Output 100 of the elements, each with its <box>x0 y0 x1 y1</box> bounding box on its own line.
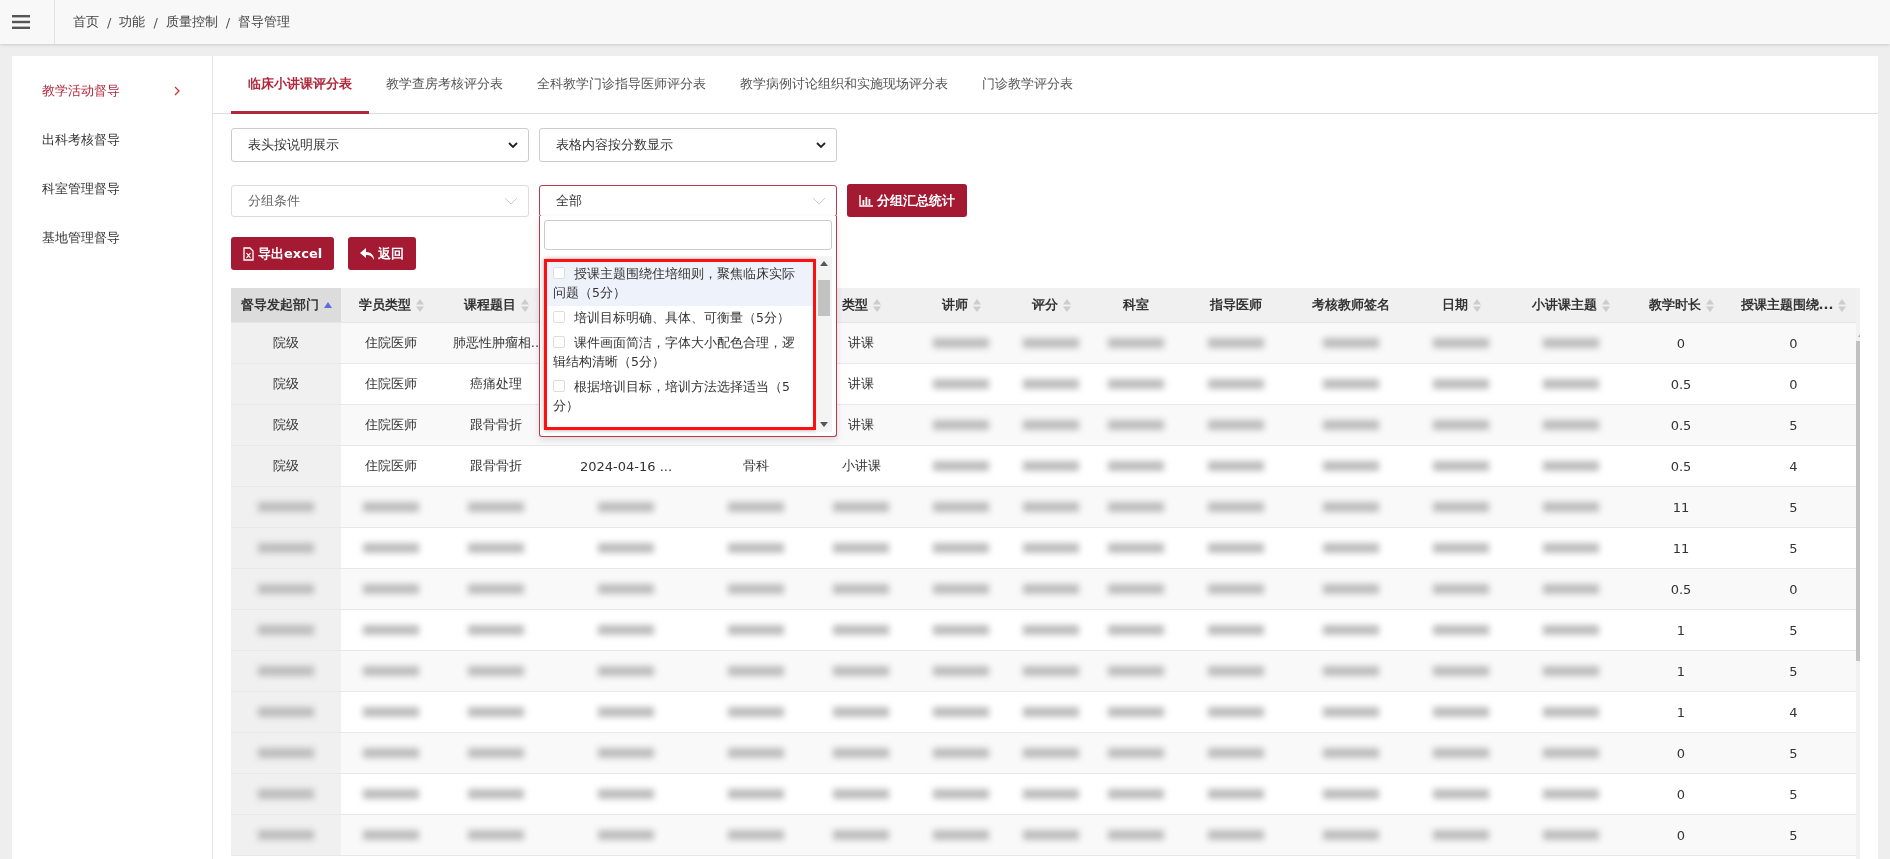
select-field[interactable]: 全部 <box>539 184 837 217</box>
sort-icon[interactable] <box>415 298 424 312</box>
blurred-block <box>1208 338 1264 348</box>
blurred-block <box>598 625 654 635</box>
column-header[interactable]: 课程题目 <box>463 296 516 314</box>
select-field[interactable]: 分组条件 <box>231 184 529 217</box>
select-field[interactable]: 表格内容按分数显示 <box>539 128 837 162</box>
blurred-block <box>1323 543 1379 553</box>
blurred-block <box>1323 584 1379 594</box>
checkbox-option[interactable]: 根据培训目标，培训方法选择适当（5分） <box>547 374 813 419</box>
sort-ascending-icon[interactable] <box>323 302 332 308</box>
sort-icon[interactable] <box>1705 298 1714 312</box>
column-header[interactable]: 讲师 <box>941 296 968 314</box>
blurred-block <box>1023 379 1079 389</box>
blurred-block <box>933 748 989 758</box>
table-cell: 5 <box>1789 540 1798 556</box>
blurred-block <box>1208 502 1264 512</box>
sort-icon[interactable] <box>520 298 529 312</box>
table-cell: 5 <box>1789 417 1798 433</box>
tab[interactable]: 全科教学门诊指导医师评分表 <box>520 56 723 114</box>
blurred-block <box>363 625 419 635</box>
tab[interactable]: 教学查房考核评分表 <box>369 56 520 114</box>
menu-icon[interactable] <box>12 15 30 29</box>
export-button[interactable]: 导出excel <box>231 237 335 270</box>
blurred-block <box>1543 420 1599 430</box>
search-field[interactable] <box>544 219 832 250</box>
tab[interactable]: 临床小讲课评分表 <box>231 56 369 114</box>
blurred-block <box>1323 789 1379 799</box>
column-header[interactable]: 教学时长 <box>1648 296 1701 314</box>
sort-icon[interactable] <box>1838 298 1847 312</box>
blurred-block <box>728 584 784 594</box>
blurred-block <box>468 830 524 840</box>
blurred-block <box>833 543 889 553</box>
chevron-down-icon <box>504 196 518 205</box>
blurred-block <box>1208 461 1264 471</box>
sort-icon[interactable] <box>972 298 981 312</box>
sidebar-item[interactable]: 科室管理督导 <box>12 164 212 213</box>
breadcrumb-separator: / <box>225 14 231 30</box>
blurred-block <box>1208 379 1264 389</box>
blurred-block <box>1023 461 1079 471</box>
sort-icon[interactable] <box>872 298 881 312</box>
column-header[interactable]: 日期 <box>1441 296 1468 314</box>
sort-icon[interactable] <box>1062 298 1071 312</box>
table-cell: 4 <box>1789 704 1798 720</box>
blurred-block <box>1108 625 1164 635</box>
table-cell: 1 <box>1676 663 1686 679</box>
column-header[interactable]: 科室 <box>1123 296 1149 314</box>
scrollbar[interactable] <box>816 255 832 432</box>
column-header[interactable]: 小讲课主题 <box>1532 296 1597 314</box>
table-cell: 讲课 <box>848 416 874 434</box>
breadcrumb-item[interactable]: 质量控制 <box>165 13 218 31</box>
blurred-block <box>1208 420 1264 430</box>
chevron-down-icon <box>508 142 518 148</box>
scroll-down-icon[interactable] <box>820 421 828 427</box>
blurred-block <box>258 830 314 840</box>
table-cell: 跟骨骨折 <box>470 416 522 434</box>
sidebar-item[interactable]: 出科考核督导 <box>12 115 212 164</box>
blurred-block <box>1208 830 1264 840</box>
table-cell: 0.5 <box>1670 458 1692 474</box>
blurred-block <box>1323 707 1379 717</box>
checkbox-option[interactable]: 课件画面简洁，字体大小配色合理，逻辑结构清晰（5分） <box>547 330 813 375</box>
blurred-block <box>1543 666 1599 676</box>
sort-icon[interactable] <box>1602 298 1610 312</box>
blurred-block <box>728 625 784 635</box>
table-cell: 讲课 <box>848 334 874 352</box>
blurred-block <box>1208 789 1264 799</box>
column-header[interactable]: 授课主题围绕... <box>1740 296 1834 314</box>
select-field[interactable]: 表头按说明展示 <box>231 128 529 162</box>
sidebar-item[interactable]: 基地管理督导 <box>12 213 212 262</box>
table-cell: 讲课 <box>848 375 874 393</box>
blurred-block <box>1108 707 1164 717</box>
column-header[interactable]: 类型 <box>841 296 868 314</box>
blurred-block <box>1108 502 1164 512</box>
blurred-block <box>1543 379 1599 389</box>
blurred-block <box>1543 584 1599 594</box>
table-cell: 0 <box>1676 335 1686 351</box>
blurred-block <box>728 543 784 553</box>
blurred-block <box>933 666 989 676</box>
group-stats-button[interactable]: 分组汇总统计 <box>847 184 967 217</box>
blurred-block <box>468 707 524 717</box>
scroll-up-icon[interactable] <box>820 260 828 266</box>
checkbox-option[interactable]: 授课主题围绕住培细则，聚焦临床实际问题（5分） <box>547 261 813 306</box>
column-header[interactable]: 评分 <box>1031 296 1058 314</box>
tab[interactable]: 门诊教学评分表 <box>965 56 1090 114</box>
checkbox-option[interactable]: 培训目标明确、具体、可衡量（5分） <box>547 305 813 331</box>
breadcrumb-item[interactable]: 首页 <box>73 13 99 31</box>
table-cell: 院级 <box>273 416 299 434</box>
back-button[interactable]: 返回 <box>348 237 417 270</box>
scrollbar-thumb[interactable] <box>818 279 830 316</box>
blurred-block <box>1543 830 1599 840</box>
blurred-block <box>1433 584 1489 594</box>
tab[interactable]: 教学病例讨论组织和实施现场评分表 <box>723 56 965 114</box>
sort-icon[interactable] <box>1472 298 1481 312</box>
column-header[interactable]: 学员类型 <box>358 296 411 314</box>
blurred-block <box>1323 666 1379 676</box>
blurred-block <box>1323 338 1379 348</box>
column-header[interactable]: 考核教师签名 <box>1312 296 1390 314</box>
column-header[interactable]: 指导医师 <box>1210 296 1262 314</box>
sidebar-item[interactable]: 教学活动督导 <box>12 66 212 115</box>
breadcrumb-item[interactable]: 功能 <box>119 13 146 31</box>
